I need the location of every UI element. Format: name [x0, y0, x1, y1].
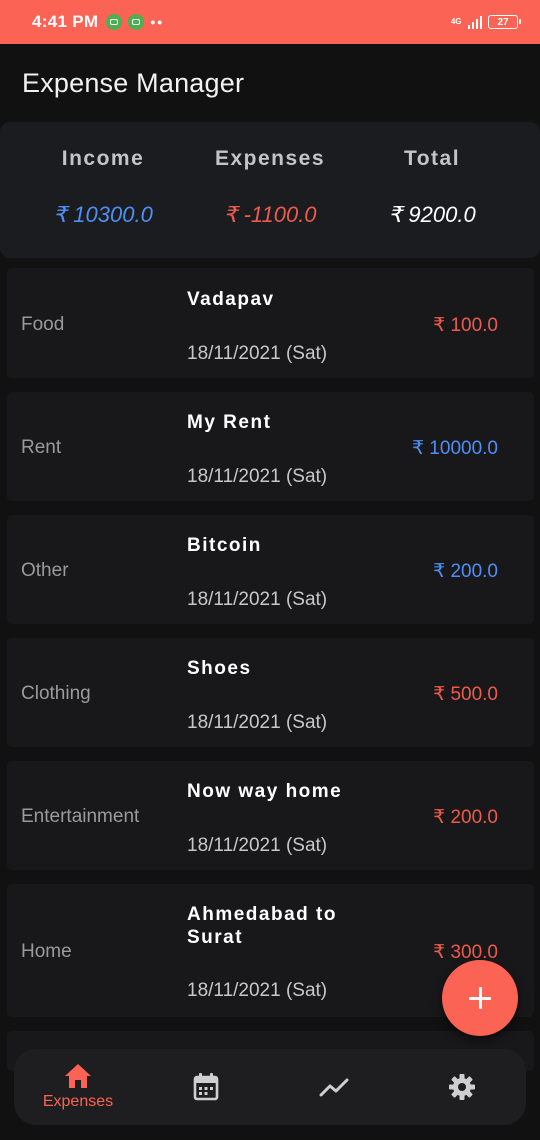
- expenses-label: Expenses: [214, 147, 326, 170]
- transaction-date: 18/11/2021 (Sat): [187, 466, 328, 487]
- total-label: Total: [403, 147, 461, 170]
- transaction-date: 18/11/2021 (Sat): [187, 343, 328, 364]
- transaction-amount: ₹ 100.0: [433, 315, 498, 336]
- transaction-amount: ₹ 200.0: [433, 561, 498, 582]
- gear-icon: [448, 1073, 476, 1101]
- signal-strength-icon: [467, 15, 482, 29]
- status-time: 4:41 PM: [32, 12, 99, 31]
- transaction-date: 18/11/2021 (Sat): [187, 835, 328, 856]
- nav-item-calendar[interactable]: [142, 1049, 270, 1125]
- transaction-category: Other: [21, 560, 69, 581]
- transaction-date: 18/11/2021 (Sat): [187, 712, 328, 733]
- transaction-amount: ₹ 10000.0: [411, 438, 498, 459]
- transaction-item[interactable]: Rent My Rent 18/11/2021 (Sat) ₹ 10000.0: [7, 392, 534, 501]
- plus-icon: [469, 987, 491, 1009]
- transaction-category: Entertainment: [21, 806, 140, 827]
- transaction-category: Home: [21, 941, 72, 962]
- summary-card: Income ₹ 10300.0 Expenses ₹ -1100.0 Tota…: [0, 122, 540, 258]
- transaction-title: Vadapav: [187, 289, 275, 310]
- nav-label-expenses: Expenses: [42, 1093, 114, 1110]
- transaction-item[interactable]: Entertainment Now way home 18/11/2021 (S…: [7, 761, 534, 870]
- trending-icon: [319, 1077, 349, 1097]
- transaction-title: My Rent: [187, 412, 272, 433]
- network-type-label: 4G: [450, 17, 462, 26]
- transaction-date: 18/11/2021 (Sat): [187, 980, 328, 1001]
- add-transaction-button[interactable]: [442, 960, 518, 1036]
- notification-app-icon: [106, 14, 123, 30]
- expenses-value: ₹ -1100.0: [223, 202, 317, 227]
- transaction-item[interactable]: Other Bitcoin 18/11/2021 (Sat) ₹ 200.0: [7, 515, 534, 624]
- page-title: Expense Manager: [22, 68, 245, 98]
- calendar-icon: [193, 1073, 219, 1101]
- transaction-amount: ₹ 200.0: [433, 807, 498, 828]
- transaction-category: Clothing: [21, 683, 91, 704]
- battery-level: 27: [497, 16, 509, 28]
- transaction-category: Food: [21, 314, 65, 335]
- transaction-title: Shoes: [187, 658, 252, 679]
- transaction-title: Now way home: [187, 781, 343, 802]
- more-notifications-indicator: ••: [150, 14, 165, 30]
- notification-app-icon: [128, 14, 145, 30]
- transaction-item[interactable]: Food Vadapav 18/11/2021 (Sat) ₹ 100.0: [7, 268, 534, 378]
- total-value: ₹ 9200.0: [388, 202, 476, 227]
- nav-item-expenses[interactable]: Expenses: [14, 1049, 142, 1125]
- home-icon: [64, 1063, 92, 1089]
- nav-item-settings[interactable]: [398, 1049, 526, 1125]
- bottom-navigation: Expenses: [14, 1049, 526, 1125]
- transaction-title: Bitcoin: [187, 535, 262, 556]
- transaction-title: Ahmedabad to Surat: [187, 904, 337, 948]
- status-bar: 4:41 PM •• 4G 27: [0, 0, 540, 44]
- transaction-date: 18/11/2021 (Sat): [187, 589, 328, 610]
- transaction-item[interactable]: Clothing Shoes 18/11/2021 (Sat) ₹ 500.0: [7, 638, 534, 747]
- battery-icon: 27: [488, 15, 521, 29]
- income-value: ₹ 10300.0: [53, 202, 153, 227]
- transaction-category: Rent: [21, 437, 62, 458]
- income-label: Income: [61, 147, 145, 170]
- transaction-amount: ₹ 500.0: [433, 684, 498, 705]
- nav-item-statistics[interactable]: [270, 1049, 398, 1125]
